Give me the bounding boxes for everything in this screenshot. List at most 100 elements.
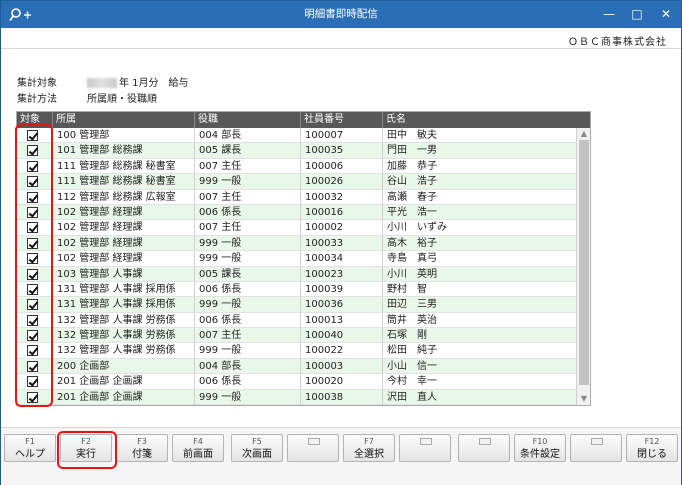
fkey-f3-button[interactable]: F3 付箋 <box>116 434 168 462</box>
header-employee-no[interactable]: 社員番号 <box>301 112 383 128</box>
fkey-blank-button[interactable] <box>458 434 510 462</box>
table-row[interactable]: 100 管理部 004 部長 100007 田中 敏夫 <box>17 128 577 144</box>
fkey-f10-button[interactable]: F10 条件設定 <box>514 434 566 462</box>
position-cell: 999 一般 <box>195 297 301 313</box>
table-row[interactable]: 103 管理部 人事課 005 課長 100023 小川 英明 <box>17 266 577 282</box>
department-cell: 132 管理部 人事課 労務係 <box>53 343 195 359</box>
vertical-scrollbar[interactable]: ▲ ▼ <box>577 128 590 405</box>
department-cell: 100 管理部 <box>53 128 195 144</box>
employee-name-cell: 高木 裕子 <box>383 235 577 252</box>
scroll-thumb[interactable] <box>579 140 589 385</box>
position-cell: 007 主任 <box>195 189 301 205</box>
fkey-f1-button[interactable]: F1 ヘルプ <box>4 434 56 462</box>
position-cell: 007 主任 <box>195 220 301 236</box>
fkey-label: 閉じる <box>637 449 667 460</box>
fkey-f5-button[interactable]: F5 次画面 <box>231 434 283 462</box>
employee-no-cell: 100032 <box>301 189 383 205</box>
fkey-number: F1 <box>25 437 35 446</box>
table-row[interactable]: 200 企画部 004 部長 100003 小山 信一 <box>17 358 577 375</box>
department-cell: 102 管理部 経理課 <box>53 251 195 267</box>
scroll-down-icon[interactable]: ▼ <box>577 393 590 405</box>
department-cell: 101 管理部 総務課 <box>53 143 195 159</box>
position-cell: 004 部長 <box>195 358 301 375</box>
position-cell: 999 一般 <box>195 174 301 190</box>
fkey-f4-button[interactable]: F4 前画面 <box>172 434 224 462</box>
grid-header: 対象 所属 役職 社員番号 氏名 <box>17 112 590 128</box>
table-row[interactable]: 201 企画部 企画課 999 一般 100038 沢田 直人 <box>17 389 577 405</box>
employee-no-cell: 100020 <box>301 374 383 390</box>
company-name: ＯＢＣ商事株式会社 <box>568 37 667 48</box>
employee-name-cell: 小川 英明 <box>383 266 577 282</box>
close-button[interactable]: ✕ <box>652 1 680 28</box>
fkey-number: F10 <box>532 437 548 446</box>
fkey-f12-button[interactable]: F12 閉じる <box>626 434 678 462</box>
employee-name-cell: 田辺 三男 <box>383 297 577 313</box>
table-row[interactable]: 132 管理部 人事課 労務係 999 一般 100022 松田 純子 <box>17 343 577 359</box>
target-value: 年 1月分 給与 <box>119 78 189 89</box>
fkey-blank-button[interactable] <box>570 434 622 462</box>
table-row[interactable]: 201 企画部 企画課 006 係長 100020 今村 幸一 <box>17 374 577 390</box>
employee-name-cell: 石塚 剛 <box>383 328 577 344</box>
employee-no-cell: 100022 <box>301 343 383 359</box>
table-row[interactable]: 102 管理部 経理課 999 一般 100033 高木 裕子 <box>17 235 577 252</box>
employee-no-cell: 100023 <box>301 266 383 282</box>
target-row: 集計対象 年 1月分 給与 <box>17 74 189 89</box>
employee-name-cell: 小山 信一 <box>383 358 577 375</box>
fkey-number: F3 <box>137 437 147 446</box>
employee-no-cell: 100036 <box>301 297 383 313</box>
employee-no-cell: 100016 <box>301 204 383 221</box>
fkey-blank-button[interactable] <box>399 434 451 462</box>
table-row[interactable]: 132 管理部 人事課 労務係 007 主任 100040 石塚 剛 <box>17 328 577 344</box>
table-row[interactable]: 131 管理部 人事課 採用係 999 一般 100036 田辺 三男 <box>17 297 577 313</box>
employee-no-cell: 100006 <box>301 158 383 175</box>
employee-no-cell: 100003 <box>301 358 383 375</box>
department-cell: 131 管理部 人事課 採用係 <box>53 297 195 313</box>
table-row[interactable]: 111 管理部 総務課 秘書室 007 主任 100006 加藤 恭子 <box>17 158 577 175</box>
maximize-button[interactable]: □ <box>623 1 651 28</box>
department-cell: 131 管理部 人事課 採用係 <box>53 281 195 298</box>
method-label: 集計方法 <box>17 94 57 105</box>
position-cell: 999 一般 <box>195 235 301 252</box>
table-row[interactable]: 111 管理部 総務課 秘書室 999 一般 100026 谷山 浩子 <box>17 174 577 190</box>
employee-name-cell: 野村 智 <box>383 281 577 298</box>
department-cell: 201 企画部 企画課 <box>53 389 195 405</box>
fkey-label: 付箋 <box>132 449 152 460</box>
header-name[interactable]: 氏名 <box>383 112 590 128</box>
table-row[interactable]: 131 管理部 人事課 採用係 006 係長 100039 野村 智 <box>17 281 577 298</box>
employee-name-cell: 高瀬 春子 <box>383 189 577 205</box>
method-row: 集計方法 所属順・役職順 <box>17 90 157 105</box>
fkey-number: F7 <box>364 437 374 446</box>
table-row[interactable]: 102 管理部 経理課 006 係長 100016 平光 浩一 <box>17 204 577 221</box>
blank-key-icon <box>591 438 603 445</box>
employee-no-cell: 100040 <box>301 328 383 344</box>
header-department[interactable]: 所属 <box>53 112 195 128</box>
table-row[interactable]: 102 管理部 経理課 999 一般 100034 寺島 真弓 <box>17 251 577 267</box>
position-cell: 004 部長 <box>195 128 301 144</box>
header-position[interactable]: 役職 <box>195 112 301 128</box>
checkbox-column-highlight <box>15 124 53 407</box>
employee-no-cell: 100033 <box>301 235 383 252</box>
table-row[interactable]: 102 管理部 経理課 007 主任 100002 小川 いずみ <box>17 220 577 236</box>
department-cell: 102 管理部 経理課 <box>53 235 195 252</box>
era-year-blurred <box>87 78 117 88</box>
employee-no-cell: 100035 <box>301 143 383 159</box>
employee-name-cell: 筒井 英治 <box>383 312 577 329</box>
minimize-button[interactable]: — <box>595 1 623 28</box>
employee-name-cell: 谷山 浩子 <box>383 174 577 190</box>
employee-name-cell: 今村 幸一 <box>383 374 577 390</box>
employee-name-cell: 小川 いずみ <box>383 220 577 236</box>
fkey-f7-button[interactable]: F7 全選択 <box>343 434 395 462</box>
table-row[interactable]: 132 管理部 人事課 労務係 006 係長 100013 筒井 英治 <box>17 312 577 329</box>
fkey-label: 次画面 <box>242 449 272 460</box>
fkey-blank-button[interactable] <box>287 434 339 462</box>
table-row[interactable]: 112 管理部 総務課 広報室 007 主任 100032 高瀬 春子 <box>17 189 577 205</box>
title-bar: 明細書即時配信 — □ ✕ <box>1 1 681 28</box>
scroll-up-icon[interactable]: ▲ <box>577 128 590 140</box>
position-cell: 999 一般 <box>195 251 301 267</box>
table-row[interactable]: 101 管理部 総務課 005 課長 100035 門田 一男 <box>17 143 577 159</box>
employee-no-cell: 100007 <box>301 128 383 144</box>
department-cell: 200 企画部 <box>53 358 195 375</box>
department-cell: 111 管理部 総務課 秘書室 <box>53 174 195 190</box>
position-cell: 006 係長 <box>195 281 301 298</box>
position-cell: 006 係長 <box>195 312 301 329</box>
